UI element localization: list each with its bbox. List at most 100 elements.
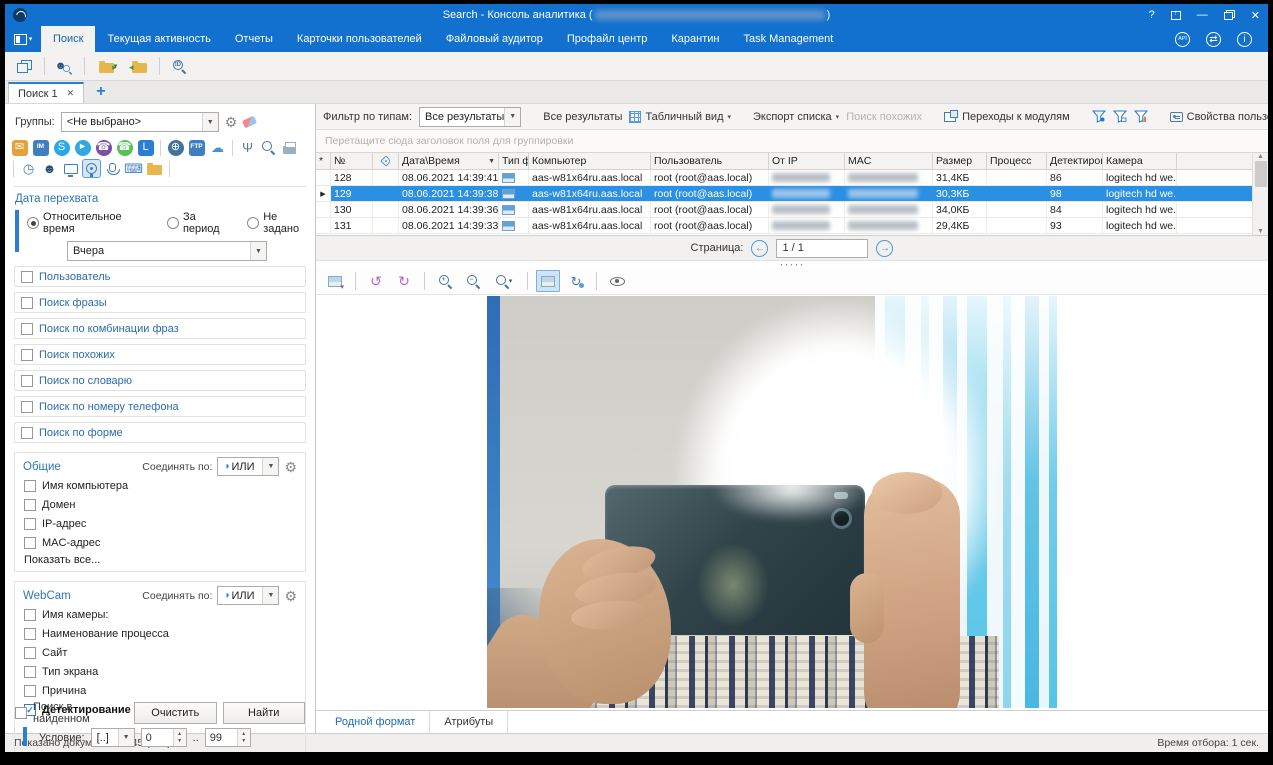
import-query-button[interactable] xyxy=(127,54,152,78)
table-row-129[interactable]: ▶12908.06.2021 14:39:38aas-w81x64ru.aas.… xyxy=(316,186,1252,202)
go-to-modules-button[interactable]: Переходы к модулям xyxy=(944,111,1070,123)
mail-icon[interactable]: ✉ xyxy=(11,139,28,156)
splitter-handle-icon[interactable] xyxy=(316,261,1268,268)
ribbon-tab-poisk[interactable]: Поиск xyxy=(41,26,95,52)
filter-user-funnel-icon[interactable] xyxy=(1092,110,1106,123)
search-in-found-checkbox[interactable] xyxy=(15,707,27,719)
previous-page-button[interactable]: ← xyxy=(751,240,768,257)
search-criterion-box-0[interactable]: Пользователь xyxy=(14,266,306,287)
column-header-Процесс[interactable]: Процесс xyxy=(987,153,1047,169)
gear-icon[interactable]: ⚙ xyxy=(284,589,297,603)
column-header-Камера[interactable]: Камера xyxy=(1103,153,1177,169)
image-viewer[interactable]: MI xyxy=(316,295,1268,710)
telegram-icon[interactable]: ▶ xyxy=(74,139,91,156)
ribbon-tab-file-auditor[interactable]: Файловый аудитор xyxy=(434,26,555,52)
date-radio-2[interactable]: Не задано xyxy=(247,211,315,235)
scroll-down-icon[interactable]: ▼ xyxy=(1257,228,1264,235)
page-number-input[interactable]: 1 / 1 xyxy=(776,239,868,258)
info-icon[interactable]: i xyxy=(1237,32,1252,47)
clock-icon[interactable]: ◷ xyxy=(20,160,37,177)
printer-icon[interactable] xyxy=(281,139,298,156)
microphone-icon[interactable] xyxy=(104,160,121,177)
checkbox-row[interactable]: MAC-адрес xyxy=(23,533,297,552)
skype-icon[interactable]: S xyxy=(53,139,70,156)
monitor-icon[interactable] xyxy=(62,160,79,177)
checkbox-icon[interactable] xyxy=(24,628,36,640)
groups-combobox[interactable]: <Не выбрано> ▼ xyxy=(61,112,219,132)
scroll-up-icon[interactable]: ▲ xyxy=(1257,153,1264,160)
close-tab-icon[interactable]: ✕ xyxy=(67,88,75,99)
column-header-Компьютер[interactable]: Компьютер xyxy=(529,153,651,169)
checkbox-icon[interactable] xyxy=(24,666,36,678)
table-row-130[interactable]: 13008.06.2021 14:39:36aas-w81x64ru.aas.l… xyxy=(316,202,1252,218)
table-row-128[interactable]: 12808.06.2021 14:39:41aas-w81x64ru.aas.l… xyxy=(316,170,1252,186)
column-header-Пользователь[interactable]: Пользователь xyxy=(651,153,769,169)
group-by-dropzone[interactable]: Перетащите сюда заголовок поля для групп… xyxy=(316,130,1268,153)
checkbox-row[interactable]: IP-адрес xyxy=(23,514,297,533)
export-query-button[interactable]: ▾ xyxy=(92,54,124,78)
search-criterion-box-2[interactable]: Поиск по комбинации фраз xyxy=(14,318,306,339)
user-properties-button[interactable]: Свойства пользо... xyxy=(1170,111,1268,123)
checkbox-icon[interactable] xyxy=(24,480,36,492)
checkbox-icon[interactable] xyxy=(24,537,36,549)
files-icon[interactable] xyxy=(146,160,163,177)
viber-icon[interactable]: ☎ xyxy=(95,139,112,156)
tab-native-format[interactable]: Родной формат xyxy=(321,711,430,733)
export-list-button[interactable]: Экспорт списка ▾ xyxy=(753,111,839,123)
pin-window-button[interactable] xyxy=(1171,11,1181,20)
search-criterion-box-3[interactable]: Поиск похожих xyxy=(14,344,306,365)
user-activity-icon[interactable]: ☻ xyxy=(41,160,58,177)
help-button[interactable]: ? xyxy=(1149,9,1155,21)
restore-button[interactable] xyxy=(1224,10,1235,20)
checkbox-icon[interactable] xyxy=(21,349,33,361)
column-header-row-indicator[interactable]: * xyxy=(316,153,331,169)
api-icon[interactable]: API xyxy=(1175,32,1190,47)
condition-operator-combobox[interactable]: [..] ▼ xyxy=(91,728,135,747)
checkbox-icon[interactable] xyxy=(21,271,33,283)
rotate-left-button[interactable]: ↺ xyxy=(364,270,388,292)
table-scrollbar[interactable]: ▲ ▼ xyxy=(1252,153,1268,235)
webcam-icon[interactable] xyxy=(83,160,100,177)
date-radio-1[interactable]: За период xyxy=(167,211,234,235)
checkbox-row[interactable]: Домен xyxy=(23,495,297,514)
fit-to-window-button[interactable] xyxy=(536,270,560,292)
checkbox-icon[interactable] xyxy=(21,323,33,335)
whatsapp-icon[interactable]: ☎ xyxy=(116,139,133,156)
zoom-out-button[interactable]: − xyxy=(461,270,485,292)
relative-time-combobox[interactable]: Вчера ▼ xyxy=(67,241,267,261)
search-criterion-box-5[interactable]: Поиск по номеру телефона xyxy=(14,396,306,417)
cloud-icon[interactable]: ☁ xyxy=(209,139,226,156)
checkbox-icon[interactable] xyxy=(21,297,33,309)
column-header-Тип фа[interactable]: Тип фа xyxy=(499,153,529,169)
ftp-icon[interactable]: FTP xyxy=(188,139,205,156)
checkbox-row[interactable]: Сайт xyxy=(23,643,297,662)
spinner-arrows-icon[interactable]: ▲▼ xyxy=(237,729,250,746)
view-mode-button[interactable] xyxy=(605,270,629,292)
checkbox-icon[interactable] xyxy=(24,685,36,697)
find-similar-button[interactable]: Поиск похожих xyxy=(846,111,922,123)
checkbox-icon[interactable] xyxy=(24,647,36,659)
checkbox-row[interactable]: Причина xyxy=(23,681,297,700)
refresh-button[interactable]: ↻ xyxy=(564,270,588,292)
filter-stats-funnel-icon[interactable] xyxy=(1134,110,1148,123)
search-criterion-box-4[interactable]: Поиск по словарю xyxy=(14,370,306,391)
checkbox-icon[interactable] xyxy=(21,401,33,413)
rotate-right-button[interactable]: ↻ xyxy=(392,270,416,292)
ribbon-tab-reports[interactable]: Отчеты xyxy=(223,26,285,52)
checkbox-icon[interactable] xyxy=(21,375,33,387)
spinner-arrows-icon[interactable]: ▲▼ xyxy=(173,729,186,746)
clear-button[interactable]: Очистить xyxy=(134,702,217,724)
usb-icon[interactable]: Ψ xyxy=(239,139,256,156)
all-results-button[interactable]: Все результаты xyxy=(543,111,622,123)
condition-from-stepper[interactable]: 0 ▲▼ xyxy=(141,728,187,747)
im-icon[interactable]: IM xyxy=(32,139,49,156)
checkbox-icon[interactable] xyxy=(24,518,36,530)
table-row-131[interactable]: 13108.06.2021 14:39:33aas-w81x64ru.aas.l… xyxy=(316,218,1252,234)
column-header-Размер[interactable]: Размер xyxy=(933,153,987,169)
search-criterion-box-1[interactable]: Поиск фразы xyxy=(14,292,306,313)
checkbox-row[interactable]: Имя компьютера xyxy=(23,476,297,495)
filter-computer-funnel-icon[interactable] xyxy=(1113,110,1127,123)
lync-icon[interactable]: L xyxy=(137,139,154,156)
column-header-tag[interactable] xyxy=(373,153,399,169)
checkbox-row[interactable]: Наименование процесса xyxy=(23,624,297,643)
